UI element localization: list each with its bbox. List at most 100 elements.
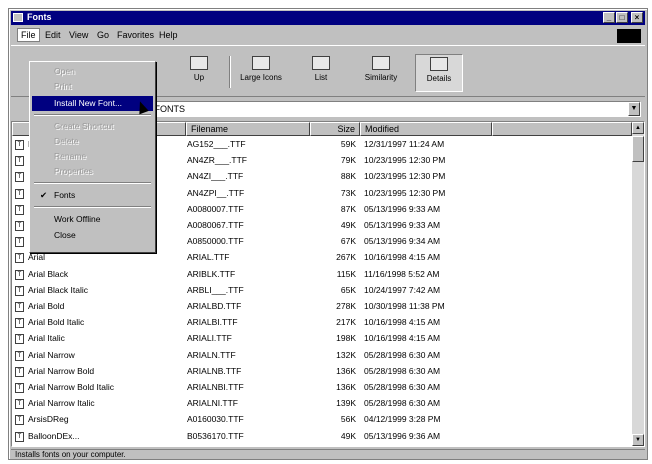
address-input[interactable]: \FONTS ▼ bbox=[147, 101, 641, 117]
font-name: Arial Black bbox=[28, 268, 69, 279]
table-row[interactable]: T Arial ARIAL.TTF 267K 10/16/1998 4:15 AM bbox=[12, 251, 632, 265]
menu-properties[interactable]: Properties bbox=[32, 164, 153, 179]
toolbar-separator bbox=[229, 56, 231, 88]
table-row[interactable]: T Arial Narrow Italic ARIALNI.TTF 139K 05/28… bbox=[12, 397, 632, 411]
font-size: 217K bbox=[336, 317, 356, 328]
font-file-icon: T bbox=[15, 253, 24, 264]
large-icons-button[interactable]: Large Icons bbox=[237, 54, 285, 92]
menu-rename[interactable]: Rename bbox=[32, 149, 153, 164]
scroll-up-button[interactable]: ▲ bbox=[632, 122, 644, 134]
scroll-down-button[interactable]: ▼ bbox=[632, 434, 644, 446]
menu-go[interactable]: Go bbox=[97, 30, 109, 40]
font-file-icon: T bbox=[15, 140, 24, 150]
menu-help[interactable]: Help bbox=[159, 30, 178, 40]
menu-favorites[interactable]: Favorites bbox=[117, 30, 154, 40]
font-filename: ARIALN.TTF bbox=[187, 349, 236, 360]
menu-separator bbox=[34, 206, 151, 208]
table-row[interactable]: T Arial Black ARIBLK.TTF 115K 11/16/1998 5:5… bbox=[12, 268, 632, 282]
minimize-button[interactable]: _ bbox=[603, 12, 615, 23]
font-modified: 05/13/1996 9:33 AM bbox=[364, 203, 441, 214]
font-file-icon: T bbox=[15, 269, 24, 280]
font-filename: AN4ZR___.TTF bbox=[187, 155, 247, 166]
details-button[interactable]: Details bbox=[415, 54, 463, 92]
menu-view[interactable]: View bbox=[69, 30, 88, 40]
font-modified: 10/23/1995 12:30 PM bbox=[364, 155, 446, 166]
font-name: BalloonDEx... bbox=[28, 430, 80, 441]
font-size: 88K bbox=[340, 171, 356, 182]
table-row[interactable]: T BalloonDEx... B0536170.TTF 49K 05/13/1996 … bbox=[12, 430, 632, 444]
font-size: 136K bbox=[336, 382, 356, 392]
font-file-icon: T bbox=[15, 188, 24, 199]
table-row[interactable]: T Arial Bold Italic ARIALBI.TTF 217K 10/16/1… bbox=[12, 316, 632, 330]
similarity-icon bbox=[372, 56, 390, 70]
list-button[interactable]: List bbox=[297, 54, 345, 92]
font-file-icon: T bbox=[15, 399, 24, 410]
font-file-icon: T bbox=[15, 366, 24, 377]
font-modified: 10/24/1997 7:42 AM bbox=[364, 284, 441, 295]
scroll-thumb[interactable] bbox=[632, 136, 644, 162]
font-modified: 10/30/1998 11:38 PM bbox=[364, 301, 445, 311]
menu-bar: File Edit View Go Favorites Help bbox=[11, 27, 645, 43]
font-modified: 10/16/1998 4:15 AM bbox=[364, 333, 441, 344]
menu-print[interactable]: Print bbox=[32, 79, 153, 94]
column-header-size[interactable]: Size bbox=[310, 122, 360, 136]
font-name: Arial Bold Italic bbox=[28, 317, 85, 328]
font-file-icon: T bbox=[15, 318, 24, 329]
menu-delete[interactable]: Delete bbox=[32, 134, 153, 149]
menu-separator bbox=[34, 182, 151, 184]
table-row[interactable]: T Arial Black Italic ARBLI___.TTF 65K 10/24/… bbox=[12, 284, 632, 298]
maximize-button[interactable]: □ bbox=[616, 12, 628, 23]
font-filename: ARIALI.TTF bbox=[187, 333, 232, 344]
font-modified: 05/13/1996 9:33 AM bbox=[364, 220, 441, 230]
menu-fonts-label: Fonts bbox=[54, 190, 76, 200]
folder-icon bbox=[13, 13, 23, 22]
column-header-filename[interactable]: Filename bbox=[186, 122, 310, 136]
title-bar[interactable]: Fonts _ □ × bbox=[11, 11, 645, 25]
address-dropdown-button[interactable]: ▼ bbox=[628, 102, 640, 116]
table-row[interactable]: T ArsisDReg A0160030.TTF 56K 04/12/1999 3:28… bbox=[12, 413, 632, 427]
menu-create-shortcut[interactable]: Create Shortcut bbox=[32, 119, 153, 134]
font-name: Arial Bold bbox=[28, 301, 65, 311]
table-row[interactable]: T Arial Narrow Bold ARIALNB.TTF 136K 05/28/1… bbox=[12, 365, 632, 379]
table-row[interactable]: T Arial Narrow Bold Italic ARIALNBI.TTF 136… bbox=[12, 381, 632, 395]
font-modified: 12/31/1997 11:24 AM bbox=[364, 139, 445, 149]
large-icons-icon bbox=[252, 56, 270, 70]
font-filename: ARIALBI.TTF bbox=[187, 317, 238, 328]
font-size: 136K bbox=[336, 365, 356, 376]
font-size: 65K bbox=[340, 284, 356, 295]
similarity-button[interactable]: Similarity bbox=[357, 54, 405, 92]
font-filename: ARIALNB.TTF bbox=[187, 365, 242, 376]
font-size: 115K bbox=[336, 268, 356, 279]
menu-open[interactable]: Open bbox=[32, 64, 153, 79]
font-size: 267K bbox=[336, 252, 356, 263]
list-label: List bbox=[314, 73, 328, 82]
menu-file[interactable]: File bbox=[17, 28, 40, 42]
font-size: 59K bbox=[340, 139, 356, 149]
column-header-blank bbox=[492, 122, 632, 136]
font-modified: 10/23/1995 12:30 PM bbox=[364, 187, 446, 198]
font-size: 79K bbox=[340, 155, 356, 166]
table-row[interactable]: T Arial Italic ARIALI.TTF 198K 10/16/1998 4:… bbox=[12, 332, 632, 346]
font-modified: 05/28/1998 6:30 AM bbox=[364, 349, 441, 360]
font-filename: ARIALNBI.TTF bbox=[187, 382, 244, 392]
font-filename: ARIALBD.TTF bbox=[187, 301, 242, 311]
menu-separator bbox=[34, 114, 151, 116]
table-row[interactable]: T Arial Bold ARIALBD.TTF 278K 10/30/1998 11:… bbox=[12, 300, 632, 314]
font-name: Arial Narrow Bold bbox=[28, 365, 95, 376]
menu-fonts[interactable]: ✔ Fonts bbox=[32, 188, 153, 203]
menu-close[interactable]: Close bbox=[32, 228, 153, 243]
address-value: \FONTS bbox=[152, 104, 185, 114]
font-modified: 10/16/1998 4:15 AM bbox=[364, 252, 441, 263]
menu-edit[interactable]: Edit bbox=[45, 30, 61, 40]
font-filename: AN4ZI___.TTF bbox=[187, 171, 244, 182]
font-name: Arial Black Italic bbox=[28, 284, 88, 295]
menu-work-offline[interactable]: Work Offline bbox=[32, 212, 153, 227]
font-modified: 05/28/1998 6:30 AM bbox=[364, 382, 441, 392]
close-button[interactable]: × bbox=[631, 12, 643, 23]
vertical-scrollbar[interactable]: ▲ ▼ bbox=[632, 122, 644, 446]
column-header-modified[interactable]: Modified bbox=[360, 122, 492, 136]
font-size: 87K bbox=[340, 203, 356, 214]
table-row[interactable]: T Arial Narrow ARIALN.TTF 132K 05/28/1998 6:… bbox=[12, 349, 632, 363]
up-button[interactable]: Up bbox=[175, 54, 223, 92]
checkmark-icon: ✔ bbox=[40, 190, 48, 200]
